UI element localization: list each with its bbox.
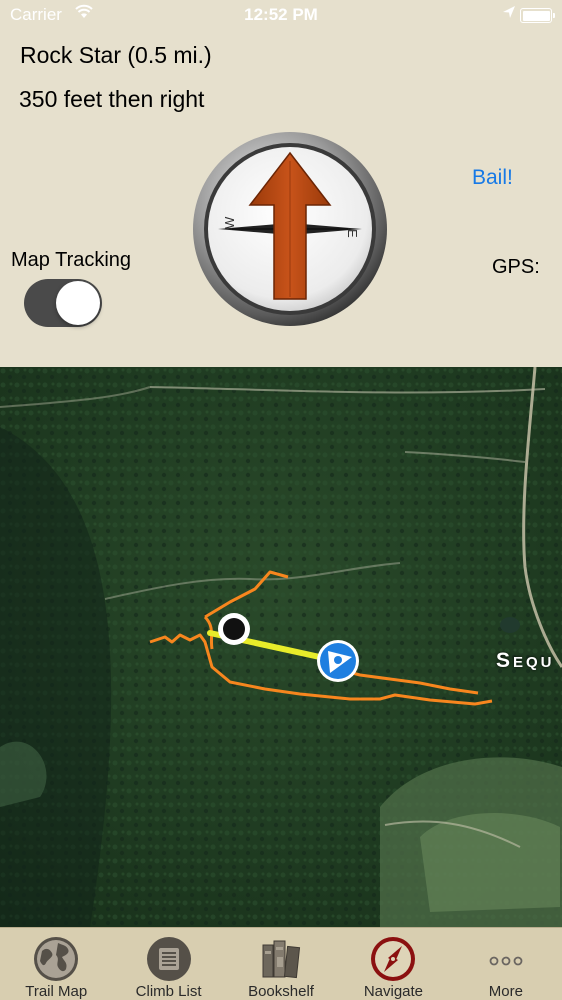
tab-more[interactable]: More: [450, 928, 562, 1000]
tab-label: More: [488, 983, 523, 1000]
compass-icon: [371, 937, 416, 981]
map-tracking-toggle[interactable]: [24, 279, 102, 327]
climb-name: Rock Star (0.5 mi.): [20, 42, 212, 68]
tab-label: Trail Map: [25, 983, 88, 1000]
gps-label: GPS:: [492, 256, 540, 278]
satellite-map[interactable]: Sequ: [0, 367, 562, 927]
books-icon: [262, 940, 301, 979]
tab-label: Climb List: [135, 983, 202, 1000]
compass-icon: W E: [193, 132, 387, 326]
tab-bookshelf[interactable]: Bookshelf: [225, 928, 337, 1000]
toggle-knob: [56, 281, 100, 325]
map-canvas: [0, 367, 562, 927]
location-arrow-icon: [502, 4, 516, 25]
clock: 12:52 PM: [244, 5, 318, 24]
tab-label: Navigate: [363, 983, 424, 1000]
tab-bar: Trail Map Climb List Bookshelf Navigate …: [0, 927, 562, 1000]
tab-label: Bookshelf: [248, 983, 314, 1000]
status-bar: Carrier 12:52 PM: [0, 0, 562, 32]
list-icon: [146, 937, 191, 981]
globe-icon: [34, 937, 79, 981]
bail-button[interactable]: Bail!: [472, 166, 513, 190]
tab-trail-map[interactable]: Trail Map: [0, 928, 112, 1000]
svg-text:E: E: [345, 229, 360, 238]
map-place-label: Sequ: [496, 649, 555, 672]
map-tracking-label: Map Tracking: [11, 249, 132, 271]
svg-text:W: W: [222, 216, 237, 229]
turn-direction: 350 feet then right: [19, 86, 205, 112]
tab-climb-list[interactable]: Climb List: [112, 928, 224, 1000]
battery-icon: [520, 8, 555, 23]
more-icon: [489, 956, 523, 966]
tab-navigate[interactable]: Navigate: [337, 928, 449, 1000]
